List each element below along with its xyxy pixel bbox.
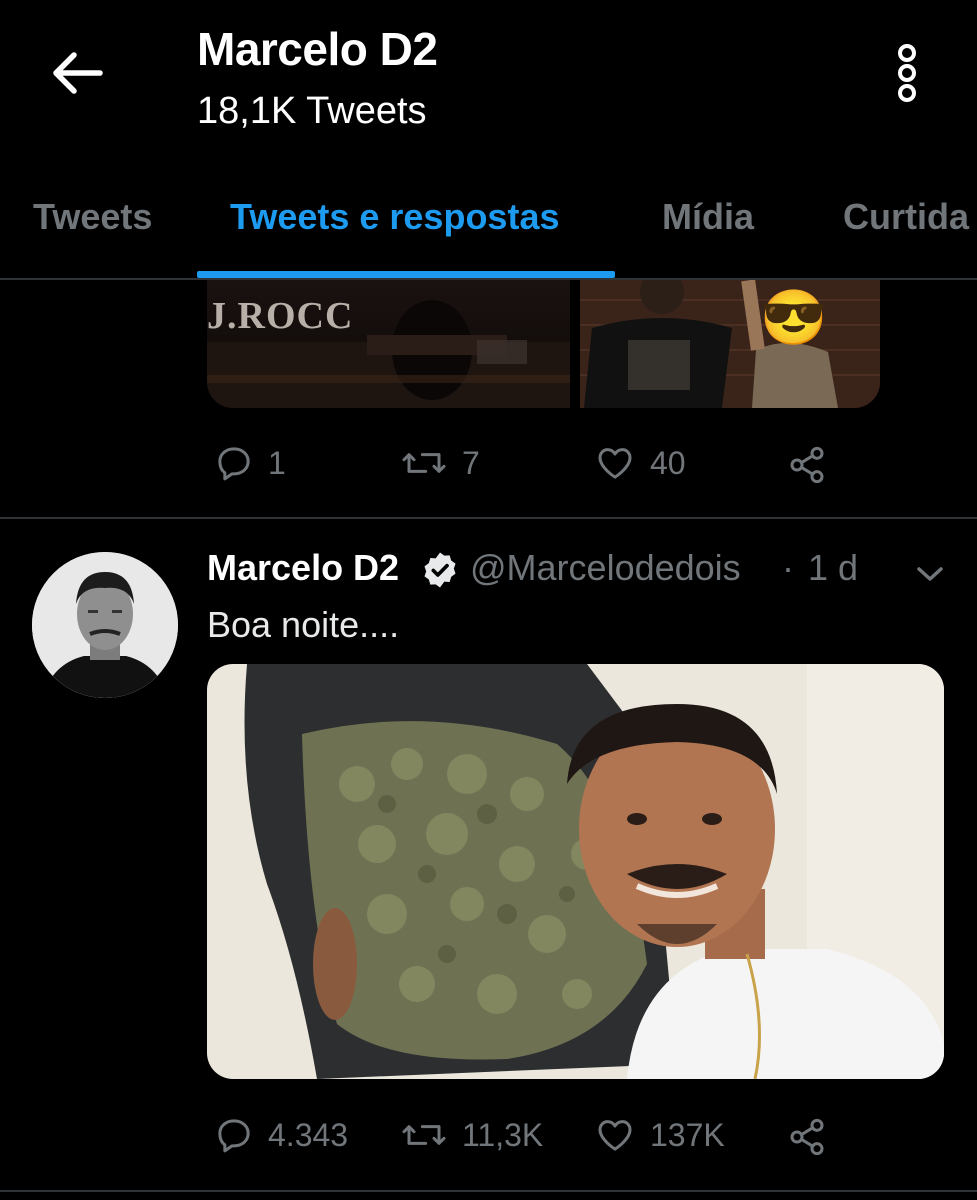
reply-count: 1 [268, 444, 286, 481]
verified-badge-icon [420, 550, 460, 590]
photo-scene [207, 300, 570, 408]
previous-tweet-photo-1[interactable]: J.ROCC [207, 280, 570, 408]
tweet-photo[interactable] [207, 664, 944, 1079]
retweet-icon [402, 1125, 446, 1145]
tweet-divider [0, 1190, 977, 1192]
like-button[interactable]: 40 [594, 443, 686, 483]
author-name[interactable]: Marcelo D2 [207, 547, 399, 589]
tab-tweets[interactable]: Tweets [33, 196, 152, 238]
photo-scene [207, 664, 944, 1079]
author-handle[interactable]: @Marcelodedois [470, 547, 741, 589]
retweet-button[interactable]: 7 [400, 443, 480, 483]
arrow-left-icon [53, 52, 103, 94]
previous-tweet-photo-2[interactable]: 😎 [580, 280, 880, 408]
reply-count: 4.343 [268, 1116, 349, 1153]
retweet-count: 7 [462, 444, 480, 481]
reply-icon [218, 1119, 250, 1153]
chevron-down-icon [917, 567, 943, 581]
share-button[interactable] [786, 445, 828, 485]
tab-midia[interactable]: Mídia [662, 196, 754, 238]
share-icon [790, 446, 824, 484]
share-icon [790, 1118, 824, 1156]
retweet-button[interactable]: 11,3K [400, 1115, 543, 1155]
retweet-count: 11,3K [462, 1116, 544, 1153]
separator-dot: · [782, 547, 794, 588]
back-button[interactable] [48, 48, 106, 98]
retweet-icon [402, 453, 446, 473]
tweet-divider [0, 517, 977, 519]
page-title: Marcelo D2 [197, 23, 438, 75]
sunglasses-emoji: 😎 [760, 288, 828, 348]
heart-icon [598, 448, 632, 479]
reply-button[interactable]: 1 [214, 443, 286, 483]
tweet-timestamp[interactable]: 1 d [808, 547, 858, 589]
reply-button[interactable]: 4.343 [214, 1115, 348, 1155]
like-count: 137K [650, 1116, 725, 1153]
more-options-button[interactable] [892, 42, 922, 104]
avatar[interactable] [32, 552, 178, 698]
active-tab-indicator [197, 271, 615, 278]
tab-tweets-e-respostas[interactable]: Tweets e respostas [230, 196, 559, 238]
share-button[interactable] [786, 1117, 828, 1157]
heart-icon [598, 1120, 632, 1151]
photo-scene [580, 280, 880, 408]
like-count: 40 [650, 444, 686, 481]
more-vertical-icon [898, 44, 916, 102]
tweet-count: 18,1K Tweets [197, 90, 427, 132]
tweet-menu-button[interactable] [913, 560, 947, 588]
tweet-text: Boa noite.... [207, 604, 400, 645]
avatar-photo [32, 552, 178, 698]
tab-curtidas[interactable]: Curtida [843, 196, 969, 238]
reply-icon [218, 447, 250, 481]
like-button[interactable]: 137K [594, 1115, 725, 1155]
